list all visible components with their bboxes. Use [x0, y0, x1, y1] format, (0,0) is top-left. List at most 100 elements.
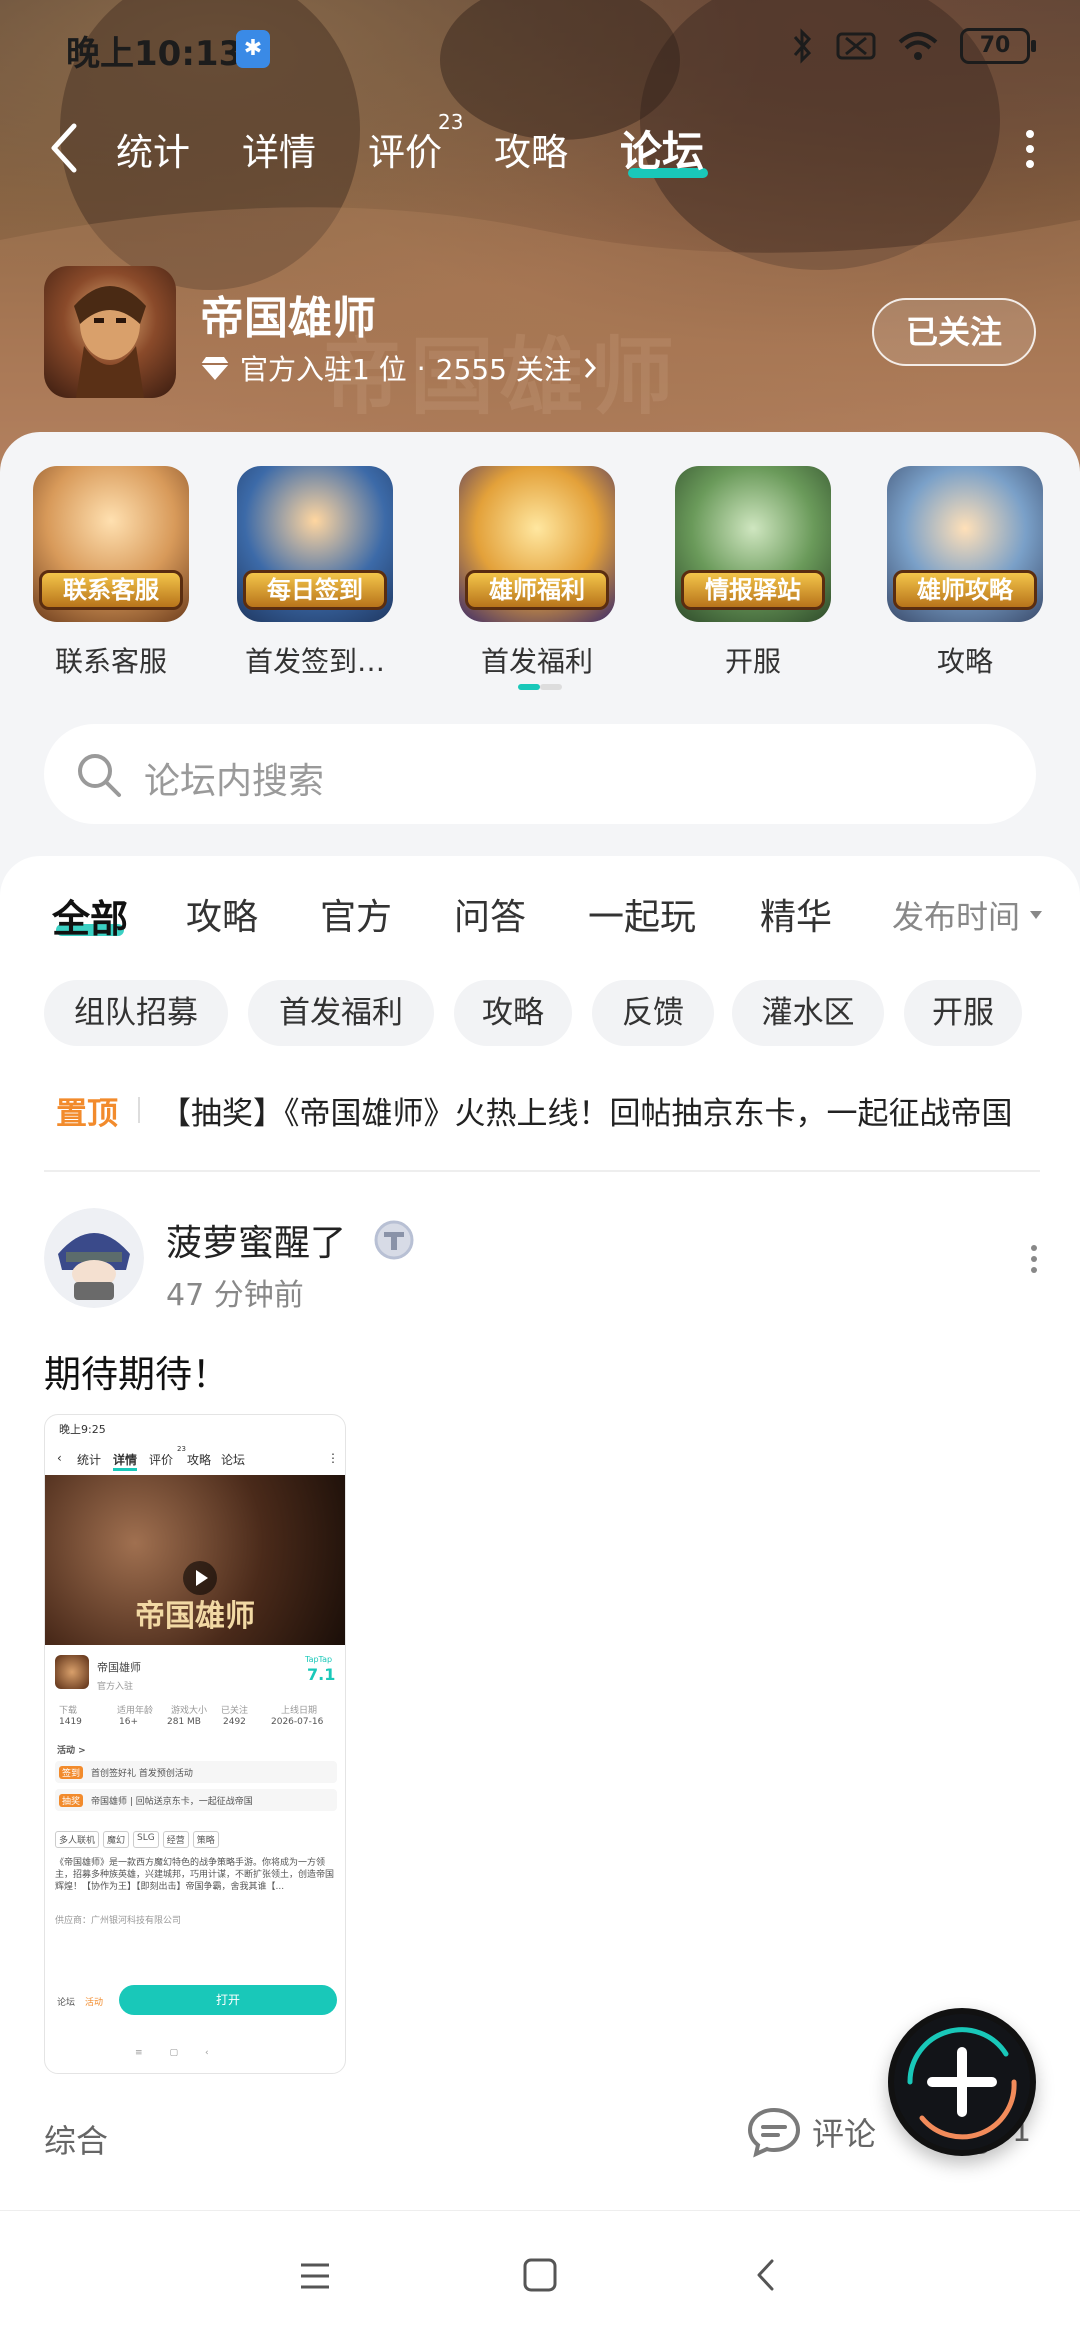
follow-button[interactable]: 已关注 — [872, 298, 1036, 366]
thumb-stat-label: 游戏大小 — [171, 1706, 208, 1716]
thumb-open-button: 打开 — [119, 1985, 337, 2015]
thumb-stat-value: 1419 — [59, 1717, 82, 1727]
rewards-art-icon: 雄师福利 — [459, 466, 615, 622]
divider — [44, 1170, 1040, 1172]
shortcut-daily-signin[interactable]: 每日签到 首发签到… — [230, 466, 400, 680]
caret-down-icon — [1030, 911, 1042, 919]
top-navigation: 统计 详情 评价 23 攻略 论坛 — [0, 110, 1080, 190]
thumb-stat-value: 2492 — [223, 1717, 246, 1727]
thumb-event-text: 帝国雄师 | 回帖送京东卡，一起征战帝国 — [91, 1797, 253, 1807]
thumb-tag: 多人联机 — [55, 1831, 100, 1848]
plus-icon — [907, 2027, 1017, 2140]
sort-dropdown[interactable]: 发布时间 — [892, 892, 1044, 938]
thumb-developer: 供应商：广州银河科技有限公司 — [55, 1916, 182, 1926]
comment-button[interactable]: 评论 — [746, 2106, 876, 2158]
bluetooth-status-icon — [793, 28, 812, 64]
thumb-sysnav-icons: ≡ ▢ ‹ — [135, 2048, 209, 2058]
thumb-tags: 多人联机 魔幻 SLG 经营 策略 — [55, 1831, 219, 1848]
thumb-nav: ‹ 统计 详情 评价 23 攻略 论坛 ⋮ — [45, 1443, 345, 1473]
chip-team-recruit[interactable]: 组队招募 — [44, 980, 228, 1046]
sim-icon — [836, 32, 876, 60]
comment-label: 评论 — [812, 2115, 877, 2153]
filter-tab-play-together[interactable]: 一起玩 — [588, 888, 696, 940]
signin-art-icon: 每日签到 — [237, 466, 393, 622]
filter-tab-guides[interactable]: 攻略 — [186, 888, 258, 940]
chip-launch-rewards[interactable]: 首发福利 — [248, 980, 434, 1046]
filter-tab-official[interactable]: 官方 — [320, 888, 392, 940]
post-category[interactable]: 综合 — [44, 2116, 108, 2162]
filter-tab-qa[interactable]: 问答 — [454, 888, 526, 940]
thumb-official: 官方入驻 — [97, 1682, 134, 1692]
shortcut-customer-service[interactable]: 联系客服 联系客服 — [26, 466, 196, 680]
thumb-stat-label: 下载 — [59, 1706, 78, 1716]
search-placeholder: 论坛内搜索 — [144, 761, 325, 802]
thumb-event-tag: 签到 — [59, 1766, 84, 1779]
thumb-description: 《帝国雄师》是一款西方魔幻特色的战争策略手游。你将成为一方领主，招募多种族英雄，… — [55, 1858, 335, 1892]
tab-details[interactable]: 详情 — [242, 122, 316, 176]
shortcut-guides[interactable]: 雄师攻略 攻略 — [880, 466, 1050, 680]
post-image-thumbnail[interactable]: 晚上9:25 ‹ 统计 详情 评价 23 攻略 论坛 ⋮ 帝国雄师 帝国雄师 官… — [44, 1414, 346, 2074]
shortcut-banner: 雄师攻略 — [893, 570, 1037, 610]
menu-icon[interactable] — [298, 2259, 332, 2293]
thumb-tag: 经营 — [162, 1831, 189, 1848]
tab-guides[interactable]: 攻略 — [494, 122, 568, 176]
tab-reviews[interactable]: 评价 — [368, 122, 442, 176]
pinned-post[interactable]: 置顶 【抽奖】《帝国雄师》火热上线！回帖抽京东卡，一起征战帝国 — [56, 1090, 1046, 1132]
chip-server-open[interactable]: 开服 — [904, 980, 1022, 1046]
thumb-tab: 统计 — [77, 1453, 102, 1467]
chip-guides[interactable]: 攻略 — [454, 980, 572, 1046]
thumb-bottom-events: 活动 — [85, 1998, 104, 2008]
new-post-fab[interactable] — [888, 2008, 1036, 2156]
verified-badge-icon — [374, 1220, 414, 1260]
thumb-tab: 论坛 — [221, 1453, 246, 1467]
official-count: 官方入驻1 位 — [240, 353, 407, 386]
anime-avatar-icon — [44, 1208, 144, 1308]
thumb-game-name: 帝国雄师 — [97, 1661, 141, 1674]
comment-bubble-icon — [747, 2107, 801, 2158]
thumb-bottom-forum: 论坛 — [57, 1998, 76, 2008]
chip-feedback[interactable]: 反馈 — [592, 980, 714, 1046]
shortcut-launch-rewards[interactable]: 雄师福利 首发福利 — [452, 466, 622, 680]
thumb-rating: 7.1 — [307, 1665, 336, 1684]
tab-stats[interactable]: 统计 — [116, 122, 190, 176]
thumb-tag: SLG — [133, 1831, 159, 1848]
filter-tab-all[interactable]: 全部 — [52, 888, 128, 943]
shortcut-banner: 雄师福利 — [465, 570, 609, 610]
thumb-stat-value: 16+ — [119, 1717, 138, 1727]
game-meta[interactable]: 官方入驻1 位 · 2555 关注 — [200, 348, 598, 388]
thumb-stat-label: 上线日期 — [281, 1706, 318, 1716]
carousel-indicator — [518, 684, 562, 690]
thumb-tab: 攻略 — [187, 1453, 212, 1467]
thumb-tag: 魔幻 — [103, 1831, 130, 1848]
system-navigation-bar — [0, 2210, 1080, 2340]
thumb-tab: 评价 — [149, 1453, 174, 1467]
intel-station-art-icon: 情报驿站 — [675, 466, 831, 622]
status-bar: 晚上10:13 ✱ 70 — [0, 0, 1080, 100]
tab-forum[interactable]: 论坛 — [620, 118, 704, 179]
back-icon[interactable] — [754, 2257, 778, 2293]
filter-tab-featured[interactable]: 精华 — [760, 888, 832, 940]
game-icon[interactable] — [44, 266, 176, 398]
thumb-stat-value: 2026-07-16 — [271, 1717, 324, 1727]
thumb-back-icon: ‹ — [57, 1451, 62, 1465]
home-icon[interactable] — [522, 2257, 558, 2293]
forum-search-input[interactable]: 论坛内搜索 — [44, 724, 1036, 824]
back-arrow-icon[interactable] — [40, 118, 90, 178]
play-icon — [183, 1561, 217, 1595]
thumb-event-row: 签到 首创签好礼 首发预创活动 — [55, 1761, 337, 1783]
more-options-icon[interactable] — [1020, 124, 1040, 174]
shortcut-label: 首发福利 — [480, 645, 593, 678]
review-count-badge: 23 — [438, 110, 464, 134]
diamond-icon — [201, 357, 229, 380]
thumb-event-row: 抽奖 帝国雄师 | 回帖送京东卡，一起征战帝国 — [55, 1789, 337, 1811]
wifi-icon — [898, 32, 938, 60]
post-more-icon[interactable] — [1028, 1244, 1040, 1274]
chip-chat-zone[interactable]: 灌水区 — [732, 980, 884, 1046]
warrior-portrait-icon — [74, 286, 146, 398]
author-avatar[interactable] — [44, 1208, 144, 1308]
shortcut-server-open[interactable]: 情报驿站 开服 — [668, 466, 838, 680]
guide-art-icon: 雄师攻略 — [887, 466, 1043, 622]
post-body: 期待期待！ — [44, 1353, 229, 1396]
shortcut-banner: 每日签到 — [243, 570, 387, 610]
author-name[interactable]: 菠萝蜜醒了 — [166, 1214, 346, 1266]
